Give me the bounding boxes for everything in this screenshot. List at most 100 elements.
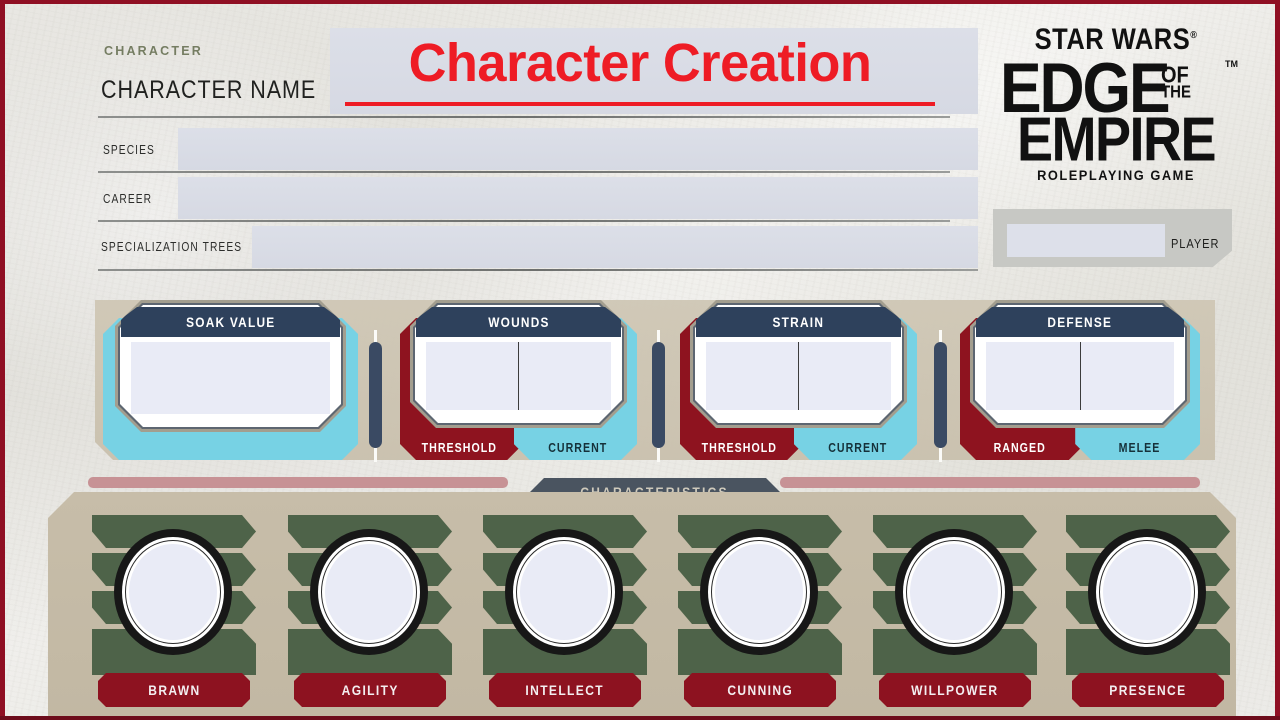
stat-value-field[interactable] <box>518 342 611 410</box>
characteristic-value-input[interactable] <box>1103 544 1191 640</box>
divider-bar <box>369 342 382 448</box>
career-label: CAREER <box>103 192 153 206</box>
characteristic-value-input[interactable] <box>325 544 413 640</box>
roleplaying-game-subtitle: ROLEPLAYING GAME <box>1037 168 1195 184</box>
stat-value-field[interactable] <box>131 342 330 414</box>
career-input[interactable] <box>178 177 978 219</box>
player-label: PLAYER <box>1171 236 1220 251</box>
empire-text: EMPIRE <box>1016 104 1217 175</box>
header-divider-4 <box>98 269 978 271</box>
character-name-label: CHARACTER NAME <box>101 76 317 104</box>
stat-sub-labels: RANGED MELEE <box>960 434 1200 462</box>
frame-edge-right <box>1275 0 1280 720</box>
characteristic-label-text: PRESENCE <box>1109 682 1187 698</box>
stat-sub-labels: THRESHOLD CURRENT <box>680 434 917 462</box>
trademark-mark: TM <box>1225 58 1238 69</box>
frame-edge-top <box>0 0 1280 4</box>
characteristic-dial <box>310 529 428 655</box>
stat-value-field[interactable] <box>986 342 1080 410</box>
characteristic-label: INTELLECT <box>489 673 641 707</box>
frame-edge-bottom <box>0 716 1280 720</box>
header-divider-1 <box>98 116 950 118</box>
characteristic-value-input[interactable] <box>715 544 803 640</box>
page-title-underline <box>345 102 935 106</box>
stat-sub-label: CURRENT <box>519 434 638 462</box>
stat-value-fields <box>131 342 330 414</box>
stat-title-bar: STRAIN <box>696 307 901 337</box>
character-sheet: CHARACTER CHARACTER NAME SPECIES CAREER … <box>0 0 1280 720</box>
divider-tick-bottom <box>939 448 942 462</box>
stat-title: DEFENSE <box>1047 314 1113 330</box>
characteristic-value-input[interactable] <box>910 544 998 640</box>
stat-frame: STRAIN <box>690 300 907 428</box>
stat-value-field[interactable] <box>798 342 891 410</box>
characteristic-label-text: BRAWN <box>147 682 201 698</box>
stat-title-bar: WOUNDS <box>416 307 621 337</box>
stat-value-field[interactable] <box>426 342 518 410</box>
species-input[interactable] <box>178 128 978 170</box>
stat-value-field[interactable] <box>706 342 798 410</box>
stat-title: SOAK VALUE <box>185 314 276 330</box>
stat-sub-label: RANGED <box>960 434 1080 462</box>
header-divider-3 <box>98 220 950 222</box>
stat-sub-label: THRESHOLD <box>680 434 799 462</box>
characteristic-label: BRAWN <box>98 673 250 707</box>
characteristic-label: PRESENCE <box>1072 673 1224 707</box>
stat-sub-label: THRESHOLD <box>400 434 519 462</box>
stat-block-defense: DEFENSE RANGED MELEE <box>960 300 1200 460</box>
the-text: THE <box>1161 82 1191 102</box>
stat-sub-label: CURRENT <box>799 434 918 462</box>
characteristic-label-text: CUNNING <box>727 682 793 698</box>
stat-block-soak: SOAK VALUE <box>103 300 358 460</box>
characteristic-label-text: AGILITY <box>341 682 399 698</box>
stat-sub-label: MELEE <box>1080 434 1200 462</box>
specialization-input[interactable] <box>252 226 978 268</box>
stat-sub-label-text: MELEE <box>1119 441 1161 455</box>
characteristic-presence: PRESENCE <box>1066 515 1230 720</box>
specialization-label: SPECIALIZATION TREES <box>101 240 243 254</box>
player-input[interactable] <box>1007 224 1165 257</box>
stat-title: STRAIN <box>772 314 825 330</box>
stat-sub-label-text: RANGED <box>993 441 1047 455</box>
characteristics-rule-left <box>88 477 508 488</box>
stat-sub-label-text: CURRENT <box>828 441 888 455</box>
divider-tick-bottom <box>657 448 660 462</box>
characteristic-dial <box>114 529 232 655</box>
characteristic-cunning: CUNNING <box>678 515 842 720</box>
stat-sub-labels: THRESHOLD CURRENT <box>400 434 637 462</box>
edge-of-the-empire-logo: STAR WARS® EDGE OF THE TM EMPIRE ROLEPLA… <box>1000 25 1238 194</box>
characteristic-value-input[interactable] <box>520 544 608 640</box>
header-divider-2 <box>98 171 950 173</box>
characteristic-dial <box>505 529 623 655</box>
stat-block-wounds: WOUNDS THRESHOLD CURRENT <box>400 300 637 460</box>
divider-bar <box>652 342 665 448</box>
sheet-header: CHARACTER CHARACTER NAME SPECIES CAREER … <box>0 0 1280 285</box>
divider-bar <box>934 342 947 448</box>
stat-frame: SOAK VALUE <box>115 300 346 432</box>
stat-divider-2 <box>652 330 665 462</box>
stat-value-field[interactable] <box>1080 342 1175 410</box>
characteristic-dial <box>1088 529 1206 655</box>
stat-title-bar: DEFENSE <box>976 307 1184 337</box>
stat-sub-label-text: CURRENT <box>548 441 608 455</box>
stat-sub-label-text: THRESHOLD <box>421 441 497 455</box>
characteristic-dial <box>895 529 1013 655</box>
page-title: Character Creation <box>408 33 872 93</box>
edge-row: EDGE OF THE TM <box>1000 52 1238 123</box>
stat-sub-label-text: THRESHOLD <box>701 441 777 455</box>
stat-title: WOUNDS <box>487 314 550 330</box>
characteristics-rule-right <box>780 477 1200 488</box>
characteristic-dial <box>700 529 818 655</box>
stat-frame: WOUNDS <box>410 300 627 428</box>
character-kicker: CHARACTER <box>104 44 203 58</box>
characteristic-intellect: INTELLECT <box>483 515 647 720</box>
characteristic-value-input[interactable] <box>129 544 217 640</box>
frame-edge-left <box>0 0 5 720</box>
divider-tick-bottom <box>374 448 377 462</box>
characteristic-agility: AGILITY <box>288 515 452 720</box>
registered-mark: ® <box>1190 28 1198 41</box>
stat-divider-3 <box>934 330 947 462</box>
stat-value-fields <box>986 342 1174 410</box>
characteristic-label: WILLPOWER <box>879 673 1031 707</box>
stat-value-fields <box>426 342 611 410</box>
